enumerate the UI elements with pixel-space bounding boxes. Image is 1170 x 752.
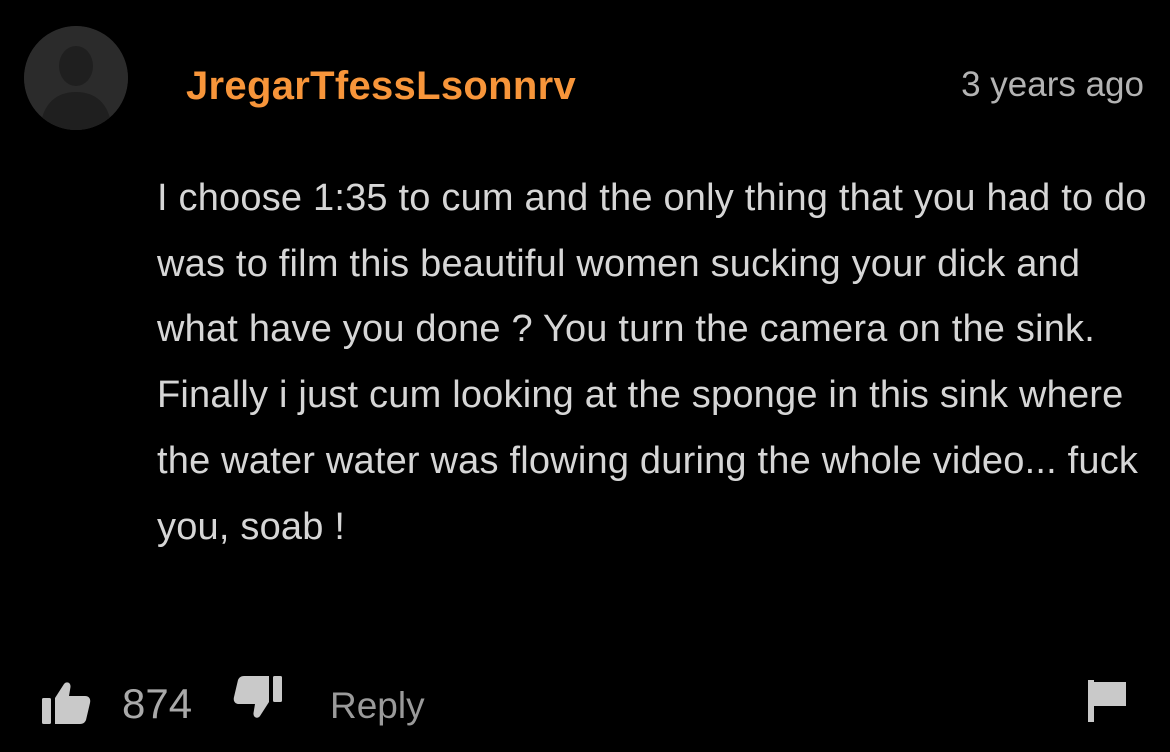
comment-card: JregarTfessLsonnrv 3 years ago I choose … [0, 0, 1170, 752]
thumbs-down-icon[interactable] [232, 676, 282, 720]
reply-button[interactable]: Reply [330, 684, 425, 728]
comment-actions: 874 Reply [0, 672, 1170, 732]
flag-icon[interactable] [1088, 680, 1128, 722]
comment-timestamp: 3 years ago [961, 65, 1144, 104]
vote-count: 874 [122, 680, 193, 727]
thumbs-up-icon[interactable] [42, 680, 92, 724]
user-silhouette-icon [24, 26, 128, 130]
comment-username[interactable]: JregarTfessLsonnrv [186, 62, 576, 110]
user-avatar[interactable] [24, 26, 128, 130]
comment-body: I choose 1:35 to cum and the only thing … [157, 177, 1147, 548]
